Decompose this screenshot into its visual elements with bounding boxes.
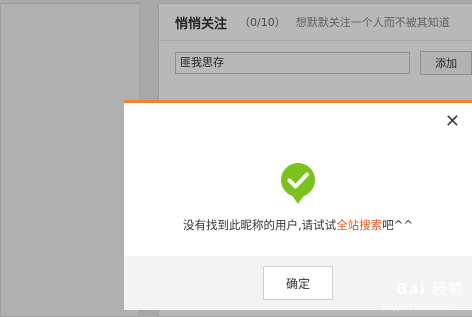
watermark-url: jingyan.baidu.com	[382, 302, 456, 311]
close-icon[interactable]: ✕	[445, 113, 460, 131]
dialog-message: 没有找到此昵称的用户,请试试全站搜索吧^^	[124, 217, 472, 233]
message-suffix: 吧^^	[382, 218, 413, 232]
site-search-link[interactable]: 全站搜索	[336, 218, 382, 232]
confirm-button[interactable]: 确定	[263, 266, 333, 300]
check-circle-icon	[280, 163, 315, 204]
message-text: 没有找到此昵称的用户,请试试	[183, 218, 337, 232]
watermark-logo: Bai 经验	[396, 280, 464, 298]
